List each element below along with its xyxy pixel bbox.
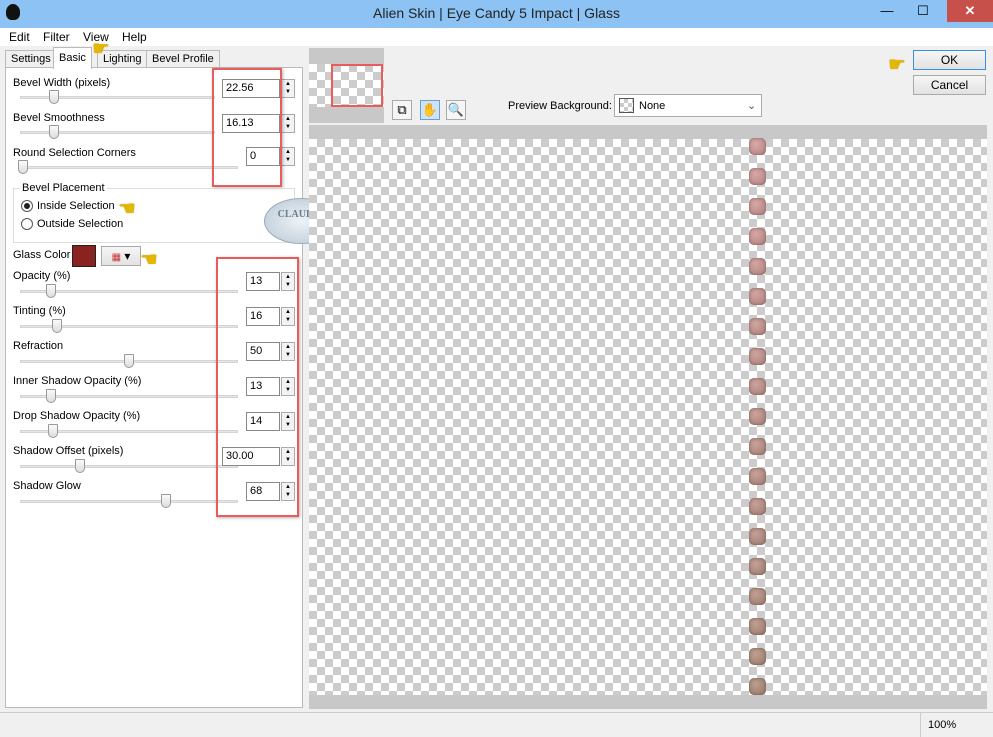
hand-tool-icon[interactable]: ✋ [420,100,440,120]
outside-selection-radio[interactable] [21,218,33,230]
shadow-offset-slider[interactable] [20,465,238,468]
outside-selection-label[interactable]: Outside Selection [37,218,123,230]
refraction-slider-thumb[interactable] [124,354,134,368]
palette-grid-icon: ▦ [111,252,122,263]
inside-selection-label[interactable]: Inside Selection [37,200,115,212]
glass-bead [749,678,766,695]
glass-bead [749,438,766,455]
glass-bead [749,528,766,545]
glass-bead [749,588,766,605]
glass-bead [749,408,766,425]
glass-bead [749,138,766,155]
shadow-glow-slider-thumb[interactable] [161,494,171,508]
glass-bead [749,348,766,365]
status-bar: 100% [0,712,993,737]
chevron-down-icon: ⌄ [747,100,757,112]
glass-bead [749,318,766,335]
glass-bead [749,468,766,485]
glass-bead [749,288,766,305]
pointer-hand-icon: ☛ [92,38,110,60]
tab-settings[interactable]: Settings [5,50,57,68]
glass-bead [749,228,766,245]
tinting-slider-thumb[interactable] [52,319,62,333]
pointer-hand-icon: ☚ [140,249,158,271]
preview-canvas[interactable] [309,125,987,709]
tinting-label: Tinting (%) [13,305,66,317]
tab-bevel-profile[interactable]: Bevel Profile [146,50,220,68]
menu-filter[interactable]: Filter [43,30,70,44]
highlight-box [216,257,299,517]
zoom-level: 100% [928,719,957,731]
round-corners-spinner[interactable]: ▲ ▼ [281,147,295,166]
ok-button[interactable]: OK [913,50,986,70]
preview-background-label: Preview Background: [508,100,612,112]
shadow-glow-label: Shadow Glow [13,480,81,492]
bevel-smoothness-spinner[interactable]: ▲ ▼ [281,114,295,133]
opacity-slider-thumb[interactable] [46,284,56,298]
glass-bead [749,168,766,185]
zoom-tool-icon[interactable]: 🔍 [446,100,466,120]
preview-background-select[interactable]: None ⌄ [614,94,762,117]
glass-color-label: Glass Color [13,249,71,261]
cancel-button[interactable]: Cancel [913,75,986,95]
refraction-label: Refraction [13,340,64,352]
transparent-swatch-icon [619,98,634,113]
bevel-placement-group [13,188,295,243]
round-corners-slider[interactable] [20,166,238,169]
drop-shadow-slider-thumb[interactable] [48,424,58,438]
inside-selection-radio[interactable] [21,200,33,212]
glass-bead [749,498,766,515]
window-title: Alien Skin | Eye Candy 5 Impact | Glass [373,5,620,21]
color-palette-dropdown[interactable]: ▦ ▾ [101,246,141,266]
preview-before-after-icon[interactable]: ⧉ [392,100,412,120]
maximize-button[interactable]: ☐ [908,0,938,22]
drop-shadow-label: Drop Shadow Opacity (%) [13,410,141,422]
shadow-offset-slider-thumb[interactable] [75,459,85,473]
glass-bead [749,648,766,665]
shadow-glow-slider[interactable] [20,500,238,503]
bevel-width-label: Bevel Width (pixels) [13,77,111,89]
glass-color-swatch[interactable] [72,245,96,267]
shadow-offset-label: Shadow Offset (pixels) [13,445,124,457]
highlight-box [212,68,282,187]
navigator-thumbnail[interactable] [309,48,384,123]
preview-background-value: None [639,100,666,112]
close-button[interactable]: ✕ [947,0,993,22]
round-corners-label: Round Selection Corners [13,147,136,159]
glass-bead [749,618,766,635]
bevel-placement-label: Bevel Placement [20,182,107,194]
pointer-hand-icon: ☛ [888,54,906,76]
bevel-smoothness-label: Bevel Smoothness [13,112,105,124]
menu-edit[interactable]: Edit [9,30,30,44]
bevel-width-spinner[interactable]: ▲ ▼ [281,79,295,98]
inner-shadow-slider-thumb[interactable] [46,389,56,403]
menu-help[interactable]: Help [122,30,147,44]
inner-shadow-label: Inner Shadow Opacity (%) [13,375,142,387]
minimize-button[interactable]: — [872,0,902,22]
glass-bead [749,258,766,275]
tab-basic[interactable]: Basic [53,47,92,69]
round-corners-slider-thumb[interactable] [18,160,28,174]
navigator-viewport[interactable] [331,64,383,107]
glass-bead [749,378,766,395]
title-bar: Alien Skin | Eye Candy 5 Impact | Glass … [0,0,993,28]
opacity-label: Opacity (%) [13,270,71,282]
bevel-smoothness-slider-thumb[interactable] [49,125,59,139]
bevel-width-slider-thumb[interactable] [49,90,59,104]
glass-bead [749,558,766,575]
menu-bar: Edit Filter View Help [0,28,993,46]
glass-bead [749,198,766,215]
